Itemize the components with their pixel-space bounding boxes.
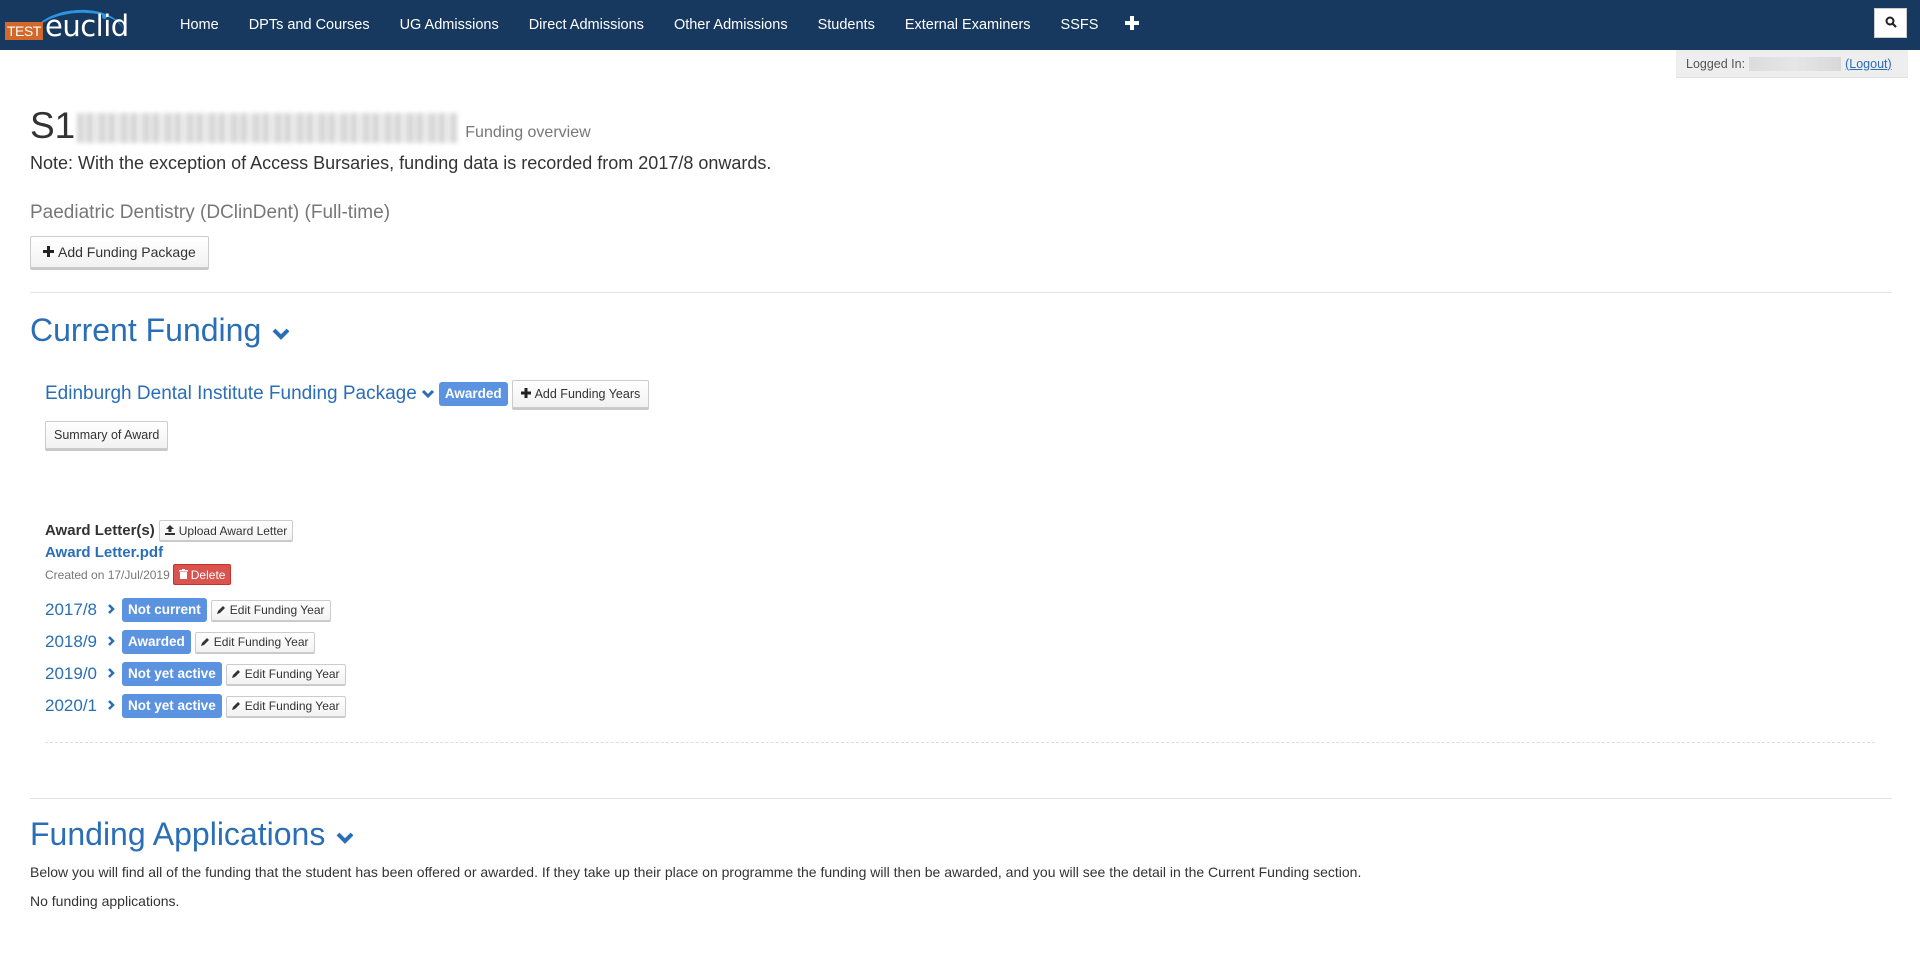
plus-icon[interactable] bbox=[1113, 0, 1151, 50]
nav-other-admissions[interactable]: Other Admissions bbox=[659, 0, 803, 50]
created-date: Created on 17/Jul/2019 bbox=[45, 567, 170, 582]
top-navbar: TEST euclid Home DPTs and Courses UG Adm… bbox=[0, 0, 1920, 50]
award-letter-created: Created on 17/Jul/2019 Delete bbox=[45, 564, 293, 585]
chevron-down-icon[interactable] bbox=[271, 312, 291, 349]
award-letter-file-link[interactable]: Award Letter.pdf bbox=[45, 544, 293, 561]
nav-ug-admissions[interactable]: UG Admissions bbox=[385, 0, 514, 50]
package-status-badge: Awarded bbox=[438, 382, 508, 406]
nav-dpts-and-courses[interactable]: DPTs and Courses bbox=[234, 0, 385, 50]
funding-year-status-badge: Not current bbox=[122, 598, 207, 622]
funding-applications-title: Funding Applications bbox=[30, 816, 326, 852]
funding-years-list: 2017/8 Not current Edit Funding Year 201… bbox=[45, 594, 346, 722]
nav-students[interactable]: Students bbox=[803, 0, 890, 50]
package-divider bbox=[45, 742, 1875, 743]
upload-icon bbox=[164, 524, 175, 538]
plus-icon bbox=[43, 244, 54, 260]
add-funding-years-label: Add Funding Years bbox=[534, 387, 641, 401]
delete-label: Delete bbox=[190, 567, 226, 582]
edit-funding-year-label: Edit Funding Year bbox=[229, 603, 325, 617]
funding-year-link[interactable]: 2018/9 bbox=[45, 632, 97, 652]
chevron-right-icon[interactable] bbox=[107, 602, 115, 618]
page-subtitle: Funding overview bbox=[465, 124, 591, 141]
funding-year-row: 2019/0 Not yet active Edit Funding Year bbox=[45, 658, 346, 690]
divider bbox=[30, 292, 1892, 293]
pencil-icon bbox=[231, 699, 241, 713]
edit-funding-year-label: Edit Funding Year bbox=[244, 699, 340, 713]
main-nav: Home DPTs and Courses UG Admissions Dire… bbox=[165, 0, 1151, 50]
funding-applications-empty: No funding applications. bbox=[30, 893, 180, 909]
edit-funding-year-button[interactable]: Edit Funding Year bbox=[210, 599, 331, 621]
edit-funding-year-label: Edit Funding Year bbox=[244, 667, 340, 681]
username-redacted bbox=[1749, 56, 1842, 71]
edit-funding-year-button[interactable]: Edit Funding Year bbox=[225, 663, 346, 685]
edit-funding-year-button[interactable]: Edit Funding Year bbox=[225, 695, 346, 717]
chevron-right-icon[interactable] bbox=[107, 634, 115, 650]
search-button[interactable] bbox=[1874, 8, 1907, 38]
student-id-title: S1 bbox=[30, 105, 76, 146]
summary-of-award-label: Summary of Award bbox=[54, 428, 160, 442]
funding-package-title[interactable]: Edinburgh Dental Institute Funding Packa… bbox=[45, 383, 417, 405]
add-funding-years-button[interactable]: Add Funding Years bbox=[511, 380, 650, 408]
current-funding-title: Current Funding bbox=[30, 312, 262, 348]
logged-in-label: Logged In: bbox=[1686, 56, 1746, 71]
upload-award-letter-button[interactable]: Upload Award Letter bbox=[158, 520, 294, 541]
euclid-logo[interactable]: TEST euclid bbox=[3, 6, 129, 44]
add-funding-package-label: Add Funding Package bbox=[58, 244, 196, 260]
page-title: S1 Funding overview bbox=[30, 106, 591, 146]
nav-home[interactable]: Home bbox=[165, 0, 234, 50]
funding-year-link[interactable]: 2019/0 bbox=[45, 664, 97, 684]
trash-icon bbox=[178, 568, 188, 582]
login-status-bar: Logged In: (Logout) bbox=[1676, 50, 1908, 78]
add-funding-package-button[interactable]: Add Funding Package bbox=[30, 236, 209, 268]
chevron-right-icon[interactable] bbox=[107, 698, 115, 714]
search-icon bbox=[1885, 15, 1897, 31]
funding-applications-description: Below you will find all of the funding t… bbox=[30, 864, 1362, 880]
nav-external-examiners[interactable]: External Examiners bbox=[890, 0, 1046, 50]
funding-year-row: 2017/8 Not current Edit Funding Year bbox=[45, 594, 346, 626]
edit-funding-year-button[interactable]: Edit Funding Year bbox=[194, 631, 315, 653]
delete-award-letter-button[interactable]: Delete bbox=[172, 564, 232, 585]
pencil-icon bbox=[216, 603, 226, 617]
funding-year-status-badge: Not yet active bbox=[122, 662, 222, 686]
funding-year-link[interactable]: 2020/1 bbox=[45, 696, 97, 716]
programme-name: Paediatric Dentistry (DClinDent) (Full-t… bbox=[30, 202, 391, 223]
student-name-redacted bbox=[77, 113, 458, 143]
brand-name: euclid bbox=[45, 9, 129, 43]
funding-note: Note: With the exception of Access Bursa… bbox=[30, 153, 772, 173]
award-letters: Award Letter(s) Upload Award Letter Awar… bbox=[45, 520, 294, 585]
funding-year-row: 2020/1 Not yet active Edit Funding Year bbox=[45, 690, 346, 722]
nav-ssfs[interactable]: SSFS bbox=[1046, 0, 1114, 50]
test-badge: TEST bbox=[5, 22, 43, 40]
chevron-down-icon[interactable] bbox=[421, 386, 435, 402]
current-funding-heading[interactable]: Current Funding bbox=[30, 312, 291, 349]
logout-link[interactable]: (Logout) bbox=[1845, 57, 1892, 71]
funding-year-status-badge: Not yet active bbox=[122, 694, 222, 718]
funding-year-status-badge: Awarded bbox=[122, 630, 191, 654]
edit-funding-year-label: Edit Funding Year bbox=[213, 635, 309, 649]
award-letters-label: Award Letter(s) bbox=[45, 522, 155, 539]
funding-year-link[interactable]: 2017/8 bbox=[45, 600, 97, 620]
plus-icon bbox=[520, 387, 531, 401]
pencil-icon bbox=[200, 635, 210, 649]
nav-direct-admissions[interactable]: Direct Admissions bbox=[514, 0, 659, 50]
upload-award-letter-label: Upload Award Letter bbox=[178, 523, 288, 538]
divider bbox=[30, 798, 1892, 799]
pencil-icon bbox=[231, 667, 241, 681]
funding-applications-heading[interactable]: Funding Applications bbox=[30, 816, 355, 853]
chevron-down-icon[interactable] bbox=[335, 816, 355, 853]
summary-of-award-button[interactable]: Summary of Award bbox=[45, 421, 169, 449]
funding-package-header: Edinburgh Dental Institute Funding Packa… bbox=[45, 380, 650, 408]
chevron-right-icon[interactable] bbox=[107, 666, 115, 682]
funding-year-row: 2018/9 Awarded Edit Funding Year bbox=[45, 626, 346, 658]
